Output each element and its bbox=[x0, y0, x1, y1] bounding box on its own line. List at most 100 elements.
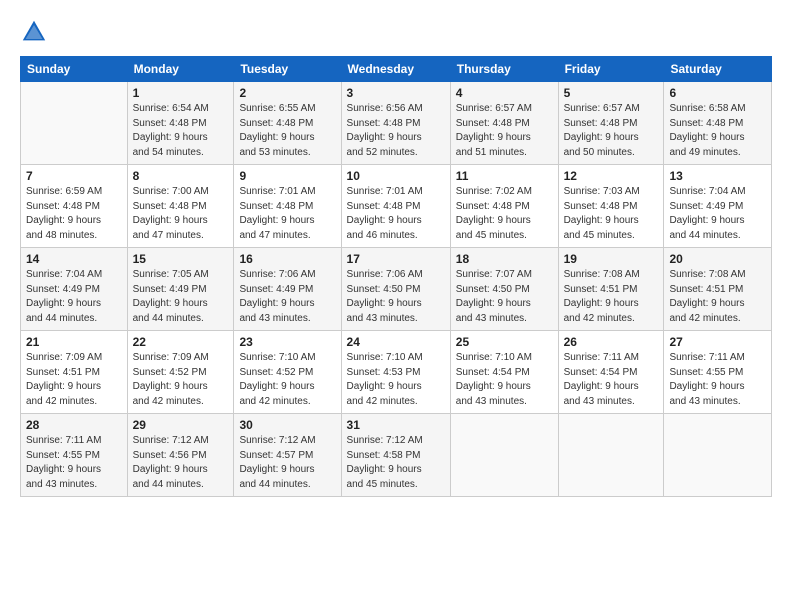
day-info: Sunrise: 7:10 AM Sunset: 4:53 PM Dayligh… bbox=[347, 351, 445, 409]
calendar-cell: 10Sunrise: 7:01 AM Sunset: 4:48 PM Dayli… bbox=[341, 165, 450, 248]
calendar-cell bbox=[558, 414, 664, 497]
day-info: Sunrise: 7:08 AM Sunset: 4:51 PM Dayligh… bbox=[564, 268, 659, 326]
calendar-week: 21Sunrise: 7:09 AM Sunset: 4:51 PM Dayli… bbox=[21, 331, 772, 414]
day-number: 13 bbox=[669, 169, 766, 183]
logo bbox=[20, 18, 52, 46]
day-number: 17 bbox=[347, 252, 445, 266]
calendar-cell: 15Sunrise: 7:05 AM Sunset: 4:49 PM Dayli… bbox=[127, 248, 234, 331]
day-info: Sunrise: 7:12 AM Sunset: 4:56 PM Dayligh… bbox=[133, 434, 229, 492]
day-info: Sunrise: 7:11 AM Sunset: 4:55 PM Dayligh… bbox=[669, 351, 766, 409]
day-info: Sunrise: 7:04 AM Sunset: 4:49 PM Dayligh… bbox=[669, 185, 766, 243]
calendar-cell bbox=[450, 414, 558, 497]
day-info: Sunrise: 7:12 AM Sunset: 4:57 PM Dayligh… bbox=[239, 434, 335, 492]
day-number: 7 bbox=[26, 169, 122, 183]
day-info: Sunrise: 7:09 AM Sunset: 4:52 PM Dayligh… bbox=[133, 351, 229, 409]
calendar-cell: 7 Sunrise: 6:59 AM Sunset: 4:48 PM Daylig… bbox=[21, 165, 128, 248]
day-number: 23 bbox=[239, 335, 335, 349]
weekday-row: SundayMondayTuesdayWednesdayThursdayFrid… bbox=[21, 57, 772, 82]
day-info: Sunrise: 6:54 AM Sunset: 4:48 PM Dayligh… bbox=[133, 102, 229, 160]
weekday-header: Tuesday bbox=[234, 57, 341, 82]
calendar-cell: 21Sunrise: 7:09 AM Sunset: 4:51 PM Dayli… bbox=[21, 331, 128, 414]
day-number: 27 bbox=[669, 335, 766, 349]
calendar-cell: 17 Sunrise: 7:06 AM Sunset: 4:50 PM Dayli… bbox=[341, 248, 450, 331]
day-number: 19 bbox=[564, 252, 659, 266]
day-info: Sunrise: 7:00 AM Sunset: 4:48 PM Dayligh… bbox=[133, 185, 229, 243]
day-number: 9 bbox=[239, 169, 335, 183]
calendar-cell: 27 Sunrise: 7:11 AM Sunset: 4:55 PM Dayli… bbox=[664, 331, 772, 414]
calendar-cell: 30 Sunrise: 7:12 AM Sunset: 4:57 PM Dayli… bbox=[234, 414, 341, 497]
calendar-cell: 18Sunrise: 7:07 AM Sunset: 4:50 PM Dayli… bbox=[450, 248, 558, 331]
day-info: Sunrise: 7:06 AM Sunset: 4:50 PM Dayligh… bbox=[347, 268, 445, 326]
weekday-header: Thursday bbox=[450, 57, 558, 82]
day-number: 28 bbox=[26, 418, 122, 432]
calendar-cell: 8 Sunrise: 7:00 AM Sunset: 4:48 PM Daylig… bbox=[127, 165, 234, 248]
day-number: 21 bbox=[26, 335, 122, 349]
weekday-header: Saturday bbox=[664, 57, 772, 82]
weekday-header: Friday bbox=[558, 57, 664, 82]
day-number: 22 bbox=[133, 335, 229, 349]
day-info: Sunrise: 7:10 AM Sunset: 4:54 PM Dayligh… bbox=[456, 351, 553, 409]
page: SundayMondayTuesdayWednesdayThursdayFrid… bbox=[0, 0, 792, 612]
calendar-cell: 28 Sunrise: 7:11 AM Sunset: 4:55 PM Dayli… bbox=[21, 414, 128, 497]
day-number: 12 bbox=[564, 169, 659, 183]
day-number: 8 bbox=[133, 169, 229, 183]
day-number: 29 bbox=[133, 418, 229, 432]
day-info: Sunrise: 6:57 AM Sunset: 4:48 PM Dayligh… bbox=[456, 102, 553, 160]
calendar-cell: 12 Sunrise: 7:03 AM Sunset: 4:48 PM Dayli… bbox=[558, 165, 664, 248]
calendar-cell: 26 Sunrise: 7:11 AM Sunset: 4:54 PM Dayli… bbox=[558, 331, 664, 414]
calendar-cell: 11Sunrise: 7:02 AM Sunset: 4:48 PM Dayli… bbox=[450, 165, 558, 248]
calendar-cell: 20 Sunrise: 7:08 AM Sunset: 4:51 PM Dayli… bbox=[664, 248, 772, 331]
day-info: Sunrise: 7:03 AM Sunset: 4:48 PM Dayligh… bbox=[564, 185, 659, 243]
calendar-cell: 2Sunrise: 6:55 AM Sunset: 4:48 PM Daylig… bbox=[234, 82, 341, 165]
calendar-week: 7 Sunrise: 6:59 AM Sunset: 4:48 PM Daylig… bbox=[21, 165, 772, 248]
day-number: 1 bbox=[133, 86, 229, 100]
calendar-cell: 6 Sunrise: 6:58 AM Sunset: 4:48 PM Daylig… bbox=[664, 82, 772, 165]
calendar-week: 28 Sunrise: 7:11 AM Sunset: 4:55 PM Dayli… bbox=[21, 414, 772, 497]
calendar-cell: 9 Sunrise: 7:01 AM Sunset: 4:48 PM Daylig… bbox=[234, 165, 341, 248]
day-number: 6 bbox=[669, 86, 766, 100]
day-info: Sunrise: 7:08 AM Sunset: 4:51 PM Dayligh… bbox=[669, 268, 766, 326]
calendar-cell: 29 Sunrise: 7:12 AM Sunset: 4:56 PM Dayli… bbox=[127, 414, 234, 497]
calendar-week: 14 Sunrise: 7:04 AM Sunset: 4:49 PM Dayli… bbox=[21, 248, 772, 331]
day-number: 31 bbox=[347, 418, 445, 432]
day-info: Sunrise: 6:58 AM Sunset: 4:48 PM Dayligh… bbox=[669, 102, 766, 160]
calendar-cell: 5Sunrise: 6:57 AM Sunset: 4:48 PM Daylig… bbox=[558, 82, 664, 165]
calendar-cell: 13 Sunrise: 7:04 AM Sunset: 4:49 PM Dayli… bbox=[664, 165, 772, 248]
calendar-cell: 22 Sunrise: 7:09 AM Sunset: 4:52 PM Dayli… bbox=[127, 331, 234, 414]
day-number: 14 bbox=[26, 252, 122, 266]
day-number: 16 bbox=[239, 252, 335, 266]
weekday-header: Wednesday bbox=[341, 57, 450, 82]
calendar-cell: 4 Sunrise: 6:57 AM Sunset: 4:48 PM Daylig… bbox=[450, 82, 558, 165]
day-info: Sunrise: 7:04 AM Sunset: 4:49 PM Dayligh… bbox=[26, 268, 122, 326]
calendar-cell: 1 Sunrise: 6:54 AM Sunset: 4:48 PM Daylig… bbox=[127, 82, 234, 165]
day-number: 5 bbox=[564, 86, 659, 100]
calendar-cell: 24 Sunrise: 7:10 AM Sunset: 4:53 PM Dayli… bbox=[341, 331, 450, 414]
day-info: Sunrise: 6:59 AM Sunset: 4:48 PM Dayligh… bbox=[26, 185, 122, 243]
day-info: Sunrise: 7:01 AM Sunset: 4:48 PM Dayligh… bbox=[239, 185, 335, 243]
calendar-cell: 25Sunrise: 7:10 AM Sunset: 4:54 PM Dayli… bbox=[450, 331, 558, 414]
day-info: Sunrise: 7:11 AM Sunset: 4:54 PM Dayligh… bbox=[564, 351, 659, 409]
day-number: 20 bbox=[669, 252, 766, 266]
day-info: Sunrise: 7:02 AM Sunset: 4:48 PM Dayligh… bbox=[456, 185, 553, 243]
calendar-cell: 16Sunrise: 7:06 AM Sunset: 4:49 PM Dayli… bbox=[234, 248, 341, 331]
calendar-cell bbox=[21, 82, 128, 165]
day-number: 30 bbox=[239, 418, 335, 432]
calendar: SundayMondayTuesdayWednesdayThursdayFrid… bbox=[20, 56, 772, 497]
day-info: Sunrise: 7:01 AM Sunset: 4:48 PM Dayligh… bbox=[347, 185, 445, 243]
day-number: 3 bbox=[347, 86, 445, 100]
header bbox=[20, 18, 772, 46]
day-number: 26 bbox=[564, 335, 659, 349]
calendar-cell: 14 Sunrise: 7:04 AM Sunset: 4:49 PM Dayli… bbox=[21, 248, 128, 331]
calendar-cell: 23Sunrise: 7:10 AM Sunset: 4:52 PM Dayli… bbox=[234, 331, 341, 414]
calendar-week: 1 Sunrise: 6:54 AM Sunset: 4:48 PM Daylig… bbox=[21, 82, 772, 165]
logo-icon bbox=[20, 18, 48, 46]
day-number: 24 bbox=[347, 335, 445, 349]
day-info: Sunrise: 7:05 AM Sunset: 4:49 PM Dayligh… bbox=[133, 268, 229, 326]
weekday-header: Sunday bbox=[21, 57, 128, 82]
day-number: 4 bbox=[456, 86, 553, 100]
calendar-body: 1 Sunrise: 6:54 AM Sunset: 4:48 PM Daylig… bbox=[21, 82, 772, 497]
day-number: 18 bbox=[456, 252, 553, 266]
day-info: Sunrise: 7:11 AM Sunset: 4:55 PM Dayligh… bbox=[26, 434, 122, 492]
day-number: 2 bbox=[239, 86, 335, 100]
weekday-header: Monday bbox=[127, 57, 234, 82]
